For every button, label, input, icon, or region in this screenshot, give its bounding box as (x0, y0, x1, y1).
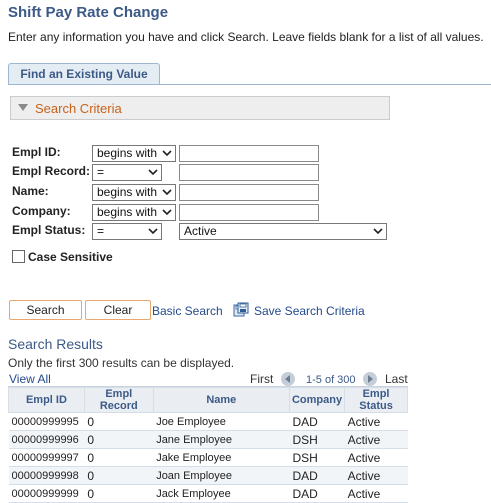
tab-find-existing-value[interactable]: Find an Existing Value (8, 63, 160, 85)
table-row[interactable]: 00000999996 0 Jane Employee DSH Active (8, 430, 408, 449)
case-sensitive-label: Case Sensitive (28, 250, 113, 264)
save-criteria-icon[interactable] (233, 302, 249, 318)
empl-id-cell[interactable]: 00000999998 (8, 466, 85, 485)
last-label[interactable]: Last (385, 372, 408, 386)
empl-status-operator-value: = (97, 224, 105, 238)
chevron-down-icon (148, 169, 158, 176)
basic-search-link[interactable]: Basic Search (152, 304, 223, 318)
next-page-icon[interactable] (363, 372, 377, 386)
status-cell: Active (344, 430, 408, 449)
company-operator-select[interactable]: begins with (92, 204, 176, 221)
chevron-down-icon (373, 228, 383, 235)
empl-id-operator-value: begins with (97, 146, 158, 160)
table-row[interactable]: 00000999997 0 Jake Employee DSH Active (8, 448, 408, 467)
triangle-down-icon (18, 104, 28, 111)
table-row[interactable]: 00000999998 0 Joan Employee DAD Active (8, 466, 408, 485)
company-cell: DAD (289, 412, 345, 431)
empl-record-cell: 0 (84, 466, 154, 485)
view-all-link[interactable]: View All (9, 372, 51, 386)
empl-id-label: Empl ID: (12, 145, 61, 159)
empl-status-operator-select[interactable]: = (92, 223, 162, 240)
company-label: Company: (12, 204, 71, 218)
search-button[interactable]: Search (9, 300, 82, 320)
empl-record-operator-value: = (97, 165, 105, 179)
first-label[interactable]: First (250, 372, 273, 386)
name-cell[interactable]: Joan Employee (153, 466, 290, 485)
empl-record-operator-select[interactable]: = (92, 164, 162, 181)
chevron-down-icon (162, 189, 172, 196)
table-row[interactable]: 00000999995 0 Joe Employee DAD Active (8, 412, 408, 431)
status-cell: Active (344, 448, 408, 467)
tab-divider (8, 84, 491, 85)
empl-status-value: Active (184, 224, 217, 238)
name-label: Name: (12, 184, 49, 198)
company-input[interactable] (179, 204, 319, 221)
company-cell: DSH (289, 430, 345, 449)
empl-record-cell: 0 (84, 412, 154, 431)
empl-id-cell[interactable]: 00000999996 (8, 430, 85, 449)
name-cell[interactable]: Jane Employee (153, 430, 290, 449)
column-header-name[interactable]: Name (152, 387, 290, 413)
empl-id-input[interactable] (179, 145, 319, 162)
company-cell: DSH (289, 448, 345, 467)
empl-status-value-select[interactable]: Active (179, 223, 387, 240)
page-title: Shift Pay Rate Change (8, 4, 169, 21)
search-results-title: Search Results (8, 336, 103, 352)
name-operator-value: begins with (97, 185, 158, 199)
name-cell[interactable]: Joe Employee (153, 412, 290, 431)
empl-id-cell[interactable]: 00000999995 (8, 412, 85, 431)
empl-record-label: Empl Record: (12, 164, 91, 178)
column-header-empl-record[interactable]: Empl Record (83, 387, 154, 413)
chevron-down-icon (162, 209, 172, 216)
chevron-down-icon (162, 150, 172, 157)
chevron-down-icon (148, 228, 158, 235)
table-header-row: Empl ID Empl Record Name Company Empl St… (8, 387, 408, 413)
column-header-company[interactable]: Company (288, 387, 346, 413)
empl-id-cell[interactable]: 00000999997 (8, 448, 85, 467)
case-sensitive-checkbox[interactable] (12, 250, 25, 263)
column-header-empl-status[interactable]: Empl Status (344, 387, 408, 413)
search-criteria-header[interactable]: Search Criteria (10, 96, 390, 120)
empl-record-cell: 0 (84, 448, 154, 467)
status-cell: Active (344, 412, 408, 431)
results-range: 1-5 of 300 (306, 374, 356, 386)
name-operator-select[interactable]: begins with (92, 184, 176, 201)
column-header-empl-id[interactable]: Empl ID (8, 387, 85, 413)
name-input[interactable] (179, 184, 319, 201)
name-cell[interactable]: Jake Employee (153, 448, 290, 467)
company-operator-value: begins with (97, 205, 158, 219)
empl-record-input[interactable] (179, 164, 319, 181)
search-criteria-label: Search Criteria (35, 101, 122, 116)
instructions-text: Enter any information you have and click… (8, 30, 484, 44)
empl-id-operator-select[interactable]: begins with (92, 145, 176, 162)
company-cell: DAD (289, 466, 345, 485)
clear-button[interactable]: Clear (85, 300, 151, 320)
results-table: Empl ID Empl Record Name Company Empl St… (8, 387, 408, 503)
results-limit-note: Only the first 300 results can be displa… (8, 356, 235, 370)
save-search-criteria-link[interactable]: Save Search Criteria (254, 304, 365, 318)
empl-status-label: Empl Status: (12, 223, 86, 237)
previous-page-icon[interactable] (281, 372, 295, 386)
status-cell: Active (344, 466, 408, 485)
empl-record-cell: 0 (84, 430, 154, 449)
